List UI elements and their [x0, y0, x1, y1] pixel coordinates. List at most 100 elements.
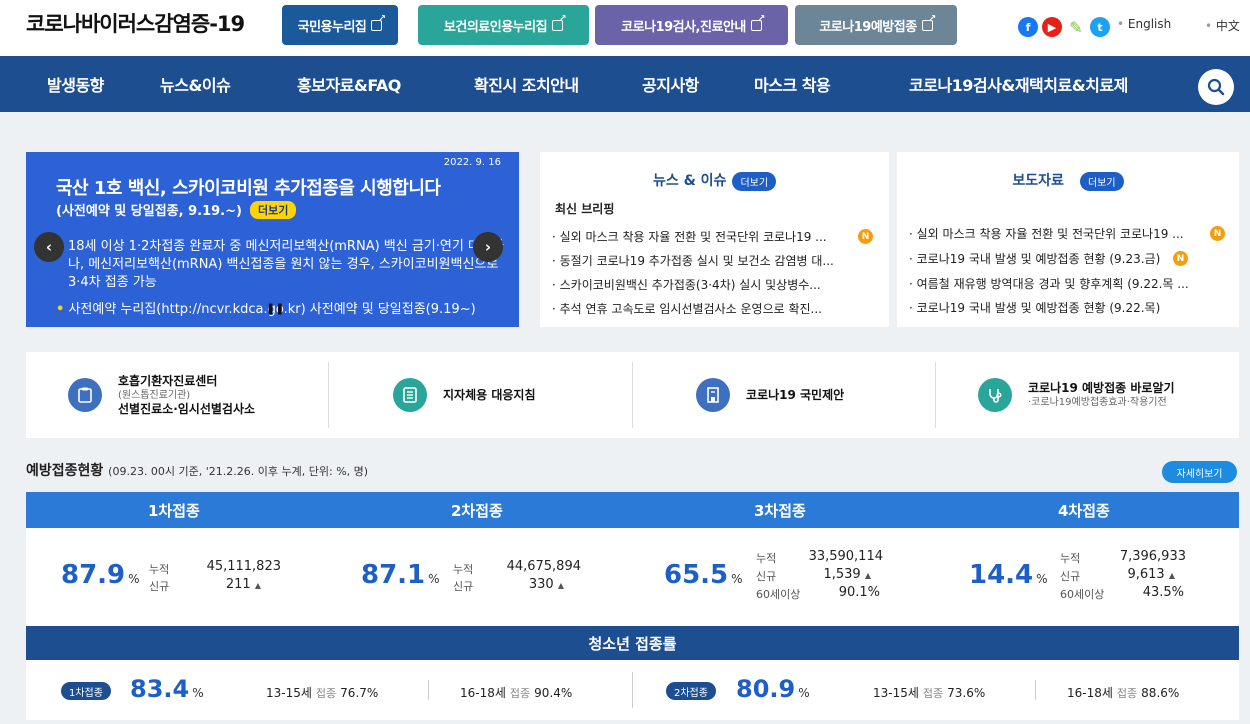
divider: [1035, 680, 1036, 700]
dose4-sixty: 43.5%: [1142, 585, 1184, 600]
nav-promo-faq[interactable]: 홍보자료&FAQ: [297, 72, 401, 96]
divider: [632, 672, 633, 708]
news-title: 뉴스 & 이슈 더보기: [540, 170, 889, 191]
vaccination-title: 예방접종현황 (09.23. 00시 기준, '21.2.26. 이후 누계, …: [26, 463, 369, 479]
news-more-button[interactable]: 더보기: [732, 171, 777, 191]
nav-news[interactable]: 뉴스&이슈: [160, 72, 231, 96]
press-title: 보도자료 더보기: [897, 170, 1239, 191]
nav-mask[interactable]: 마스크 착용: [754, 72, 831, 96]
dose4-cumulative: 7,396,933: [1119, 549, 1186, 564]
search-button[interactable]: [1198, 69, 1234, 105]
pause-icon[interactable]: ❚❚: [266, 302, 284, 315]
nav-outbreak[interactable]: 발생동향: [47, 72, 104, 96]
news-item[interactable]: · 추석 연휴 고속도로 임시선별검사소 운영으로 확진...: [552, 300, 822, 317]
press-item[interactable]: · 코로나19 국내 발생 및 예방접종 현황 (9.22.목): [909, 299, 1160, 316]
dose3-label: 3차접종: [754, 502, 806, 520]
main-navigation: 발생동향 뉴스&이슈 홍보자료&FAQ 확진시 조치안내 공지사항 마스크 착용…: [0, 56, 1250, 112]
external-link-icon: [371, 14, 385, 31]
quick-public-proposal[interactable]: 코로나19 국민제안: [696, 352, 844, 438]
divider: [632, 362, 633, 428]
dose2-rate: 87.1%: [361, 560, 440, 590]
top-header: 코로나바이러스감염증-19 국민용누리집 보건의료인용누리집 코로나19검사,진…: [0, 0, 1250, 56]
quick-links: 호흡기환자진료센터 (원스톱진료기관) 선별진료소·임시선별검사소 지자체용 대…: [26, 352, 1239, 438]
youth-first-16-18: 16-18세 접종 90.4%: [460, 686, 573, 700]
dose4-label: 4차접종: [1058, 502, 1110, 520]
press-item[interactable]: · 여름철 재유행 방역대응 경과 및 향후계획 (9.22.목 ...: [909, 275, 1189, 292]
dose3-sixty: 90.1%: [838, 585, 880, 600]
dose4-rate: 14.4%: [969, 560, 1048, 590]
news-item[interactable]: · 동절기 코로나19 추가접종 실시 및 보건소 감염병 대...: [552, 252, 834, 269]
clipboard-icon: [68, 378, 102, 412]
youth-first-13-15: 13-15세 접종 76.7%: [266, 686, 379, 700]
news-panel: 뉴스 & 이슈 더보기 최신 브리핑 · 실외 마스크 착용 자율 전환 및 전국…: [540, 152, 889, 327]
twitter-icon[interactable]: t: [1090, 17, 1110, 37]
quick-local-guideline[interactable]: 지자체용 대응지침: [393, 352, 536, 438]
dose2-new: 330 ▲: [528, 577, 564, 592]
dose2-label: 2차접종: [451, 502, 503, 520]
nav-test-treatment[interactable]: 코로나19검사&재택치료&치료제: [909, 72, 1128, 96]
nav-notice[interactable]: 공지사항: [642, 72, 699, 96]
test-guide-button[interactable]: 코로나19검사,진료안내: [595, 5, 788, 45]
search-icon: [1207, 78, 1225, 96]
youth-second-rate: 80.9%: [736, 675, 810, 703]
dose3-new: 1,539 ▲: [823, 567, 871, 582]
news-item[interactable]: · 스카이코비원백신 추가접종(3·4차) 실시 및상병수...: [552, 276, 821, 293]
news-item[interactable]: · 실외 마스크 착용 자율 전환 및 전국단위 코로나19 ...: [552, 228, 827, 245]
new-badge: N: [858, 229, 873, 244]
stethoscope-icon: [978, 378, 1012, 412]
new-badge: N: [1173, 251, 1188, 266]
banner-more-button[interactable]: 더보기: [249, 200, 297, 219]
press-more-button[interactable]: 더보기: [1079, 171, 1124, 191]
dose4-new: 9,613 ▲: [1127, 567, 1175, 582]
banner-next-button[interactable]: ›: [473, 232, 503, 262]
dose1-new: 211 ▲: [225, 577, 261, 592]
youth-rate-title: 청소년 접종률: [26, 626, 1239, 660]
dose2-cumulative: 44,675,894: [506, 559, 581, 574]
vaccination-site-button[interactable]: 코로나19예방접종: [795, 5, 957, 45]
quick-vaccine-info[interactable]: 코로나19 예방접종 바로알기 ·코로나19예방접종효과·작용기전: [978, 352, 1175, 438]
banner-prev-button[interactable]: ‹: [34, 232, 64, 262]
banner-subhead: (사전예약 및 당일접종, 9.19.~) 더보기: [56, 200, 297, 219]
dose1-label: 1차접종: [148, 502, 200, 520]
dose1-rate: 87.9%: [61, 560, 140, 590]
divider: [328, 362, 329, 428]
youtube-icon[interactable]: ▶: [1042, 17, 1062, 37]
youth-stats: 1차접종 83.4% 13-15세 접종 76.7% 16-18세 접종 90.4% 2…: [26, 660, 1239, 720]
dose1-cumulative: 45,111,823: [206, 559, 281, 574]
divider: [428, 680, 429, 700]
lang-english[interactable]: English: [1117, 17, 1171, 31]
new-badge: N: [1210, 226, 1225, 241]
medical-site-button[interactable]: 보건의료인용누리집: [418, 5, 589, 45]
press-panel: 보도자료 더보기 · 실외 마스크 착용 자율 전환 및 전국단위 코로나19 .…: [897, 152, 1239, 327]
facebook-icon[interactable]: f: [1018, 17, 1038, 37]
youth-first-tag: 1차접종: [61, 682, 111, 700]
dose3-rate: 65.5%: [664, 560, 743, 590]
quick-clinic-center[interactable]: 호흡기환자진료센터 (원스톱진료기관) 선별진료소·임시선별검사소: [68, 352, 255, 438]
external-link-icon: [921, 14, 936, 31]
banner-body: 18세 이상 1·2차접종 완료자 중 메신저리보핵산(mRNA) 백신 금기·…: [68, 239, 504, 290]
nav-confirmed-guide[interactable]: 확진시 조치안내: [474, 72, 579, 96]
vaccination-header-bar: 1차접종 2차접종 3차접종 4차접종: [26, 492, 1239, 528]
site-title[interactable]: 코로나바이러스감염증-19: [26, 8, 245, 38]
external-link-icon: [552, 14, 566, 31]
external-link-icon: [750, 14, 765, 31]
banner-headline: 국산 1호 백신, 스카이코비원 추가접종을 시행합니다: [56, 178, 441, 199]
youth-first-rate: 83.4%: [130, 675, 204, 703]
divider: [935, 362, 936, 428]
banner-date: 2022. 9. 16: [443, 157, 501, 168]
youth-second-tag: 2차접종: [666, 682, 716, 700]
detail-button[interactable]: 자세히보기: [1162, 461, 1237, 483]
document-icon: [393, 378, 427, 412]
vaccination-stats: 87.9% 누적 신규 45,111,823 211 ▲ 87.1% 누적 신규…: [26, 528, 1239, 626]
press-item[interactable]: · 실외 마스크 착용 자율 전환 및 전국단위 코로나19 ...: [909, 225, 1184, 242]
kakao-icon[interactable]: ✎: [1066, 17, 1086, 37]
press-item[interactable]: · 코로나19 국내 발생 및 예방접종 현황 (9.23.금): [909, 250, 1160, 267]
latest-briefing-label: 최신 브리핑: [555, 202, 615, 216]
main-banner[interactable]: 2022. 9. 16 국산 1호 백신, 스카이코비원 추가접종을 시행합니다…: [26, 152, 519, 327]
public-site-button[interactable]: 국민용누리집: [282, 5, 398, 45]
youth-second-13-15: 13-15세 접종 73.6%: [873, 686, 986, 700]
youth-second-16-18: 16-18세 접종 88.6%: [1067, 686, 1180, 700]
building-icon: [696, 378, 730, 412]
lang-chinese[interactable]: 中文: [1205, 17, 1240, 34]
dose3-cumulative: 33,590,114: [808, 549, 883, 564]
